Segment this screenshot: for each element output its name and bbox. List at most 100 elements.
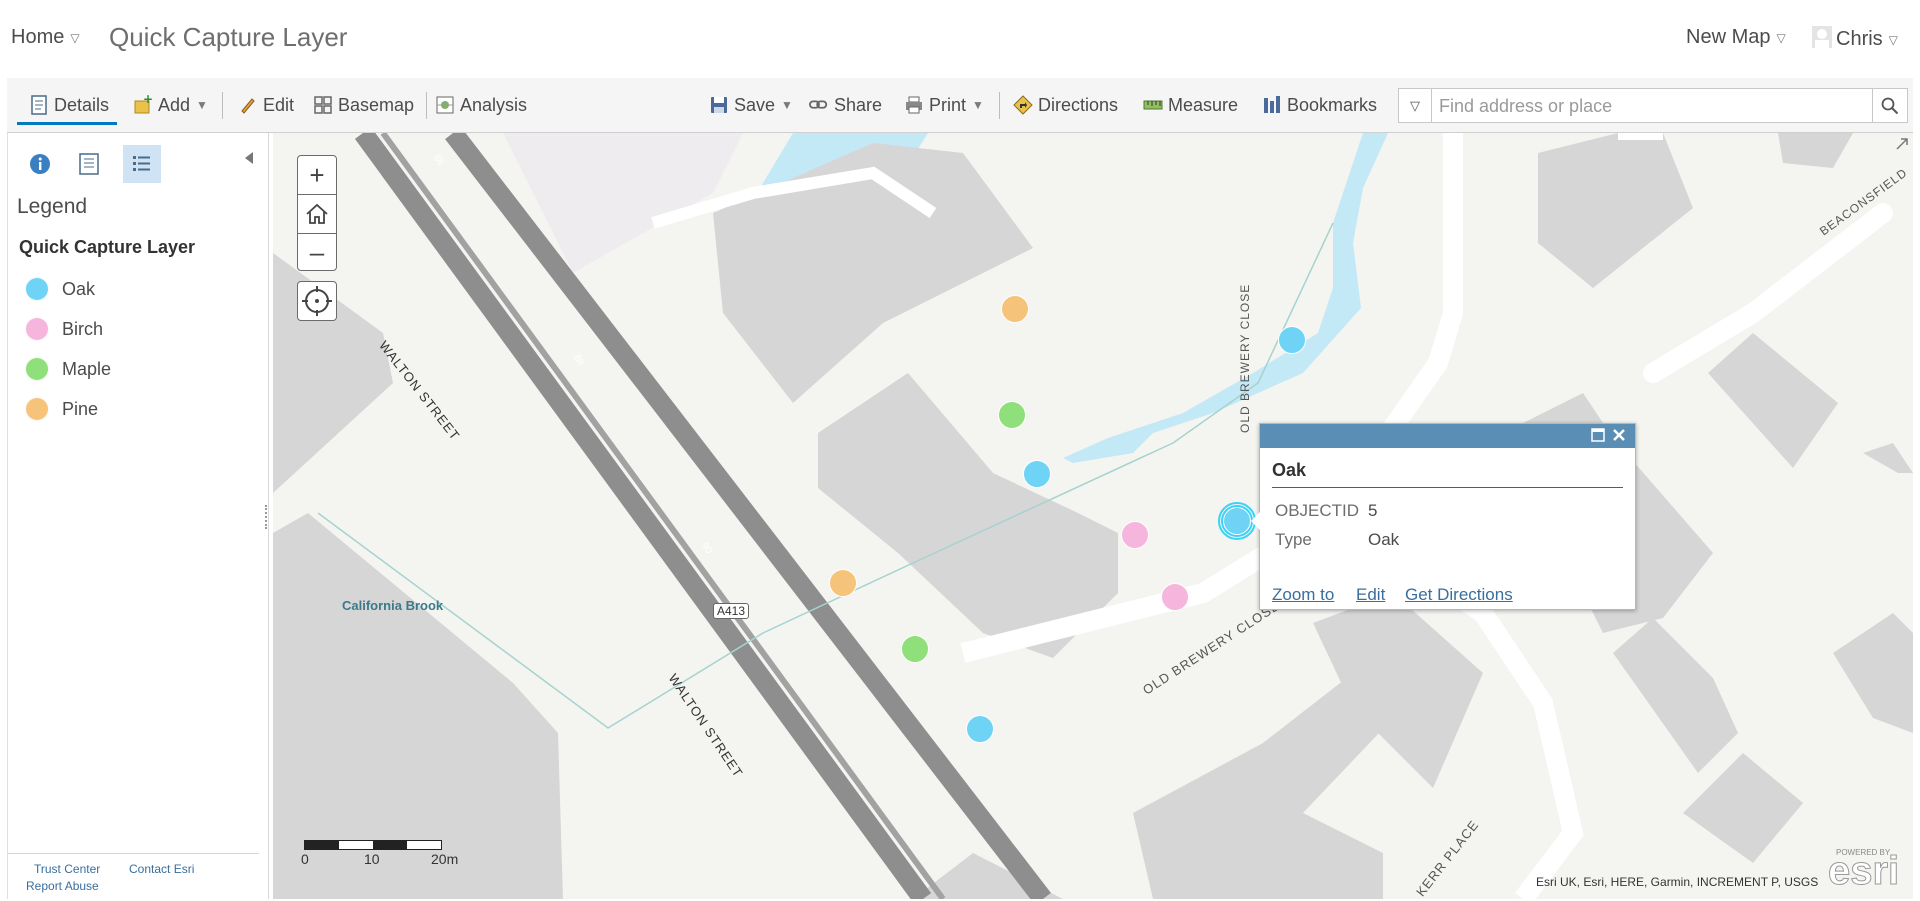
water-label: California Brook (342, 598, 444, 613)
measure-button[interactable]: Measure (1143, 78, 1238, 132)
maximize-icon (1591, 428, 1605, 442)
new-map-menu[interactable]: New Map ▽ (1686, 26, 1786, 49)
field-label: OBJECTID (1275, 501, 1360, 520)
basemap-button[interactable]: Basemap (313, 78, 414, 132)
legend-item-maple: Maple (25, 354, 111, 384)
home-label: Home (11, 26, 65, 48)
legend-layer-name: Quick Capture Layer (19, 237, 196, 257)
content-tab[interactable] (70, 145, 108, 183)
maximize-popup-button[interactable] (1591, 428, 1605, 447)
tree-point-maple[interactable] (998, 401, 1026, 429)
maple-swatch (25, 357, 49, 381)
edit-button[interactable]: Edit (238, 78, 294, 132)
details-icon (31, 95, 47, 115)
chevron-down-icon: ▼ (196, 98, 208, 112)
scale-bar (304, 840, 442, 850)
legend-label: Oak (62, 278, 96, 299)
add-layer-icon: + (134, 95, 153, 114)
home-menu[interactable]: Home ▽ (11, 26, 80, 49)
tree-point-birch[interactable] (1121, 521, 1149, 549)
save-disk-icon (711, 97, 727, 113)
search-source-dropdown[interactable]: ▽ (1399, 89, 1432, 122)
basemap-canvas (273, 133, 1913, 899)
get-directions-link[interactable]: Get Directions (1405, 585, 1513, 605)
bookmarks-label: Bookmarks (1287, 94, 1378, 115)
legend-label: Pine (62, 398, 99, 419)
expand-map-button[interactable] (1895, 137, 1909, 156)
popup-pointer (1251, 511, 1261, 531)
info-icon (30, 154, 50, 174)
user-menu[interactable]: Chris ▽ (1812, 26, 1898, 51)
tree-point-birch[interactable] (1161, 583, 1189, 611)
about-tab[interactable] (21, 145, 59, 183)
basemap-label: Basemap (338, 94, 415, 115)
contact-esri-link[interactable]: Contact Esri (129, 862, 194, 876)
search-icon (1881, 97, 1899, 114)
chevron-down-icon: ▼ (781, 98, 793, 112)
details-label: Details (54, 94, 110, 115)
measure-ruler-icon (1143, 100, 1163, 110)
trust-center-link[interactable]: Trust Center (34, 862, 100, 876)
add-button[interactable]: + Add ▼ (133, 78, 208, 132)
chevron-down-icon: ▽ (1776, 30, 1786, 45)
legend-tab[interactable] (123, 145, 161, 183)
tree-point-oak[interactable] (1023, 460, 1051, 488)
chevron-down-icon: ▽ (1888, 32, 1898, 47)
chevron-down-icon: ▽ (70, 30, 80, 45)
close-icon (1613, 429, 1625, 441)
close-popup-button[interactable] (1611, 427, 1627, 448)
zoom-out-button[interactable]: – (298, 233, 336, 271)
print-button[interactable]: Print ▼ (904, 78, 984, 132)
field-value: 5 (1368, 501, 1378, 520)
directions-sign-icon (1013, 95, 1033, 115)
expand-arrow-icon (1896, 138, 1908, 150)
directions-button[interactable]: Directions (1013, 78, 1118, 132)
map-view[interactable]: WALTON STREET WALTON STREET OLD BREWERY … (273, 133, 1913, 899)
edit-label: Edit (263, 94, 295, 115)
zoom-to-link[interactable]: Zoom to (1272, 585, 1334, 605)
legend-item-pine: Pine (25, 394, 98, 424)
details-panel: Legend Quick Capture Layer Oak Birch Map… (7, 133, 269, 899)
report-abuse-link[interactable]: Report Abuse (26, 879, 99, 893)
tree-point-oak[interactable] (1278, 326, 1306, 354)
page-title: Quick Capture Layer (109, 22, 348, 52)
birch-swatch (25, 317, 49, 341)
search-input[interactable] (1437, 93, 1861, 120)
feature-popup: Oak OBJECTID 5 Type Oak Zoom to Edit Get… (1259, 423, 1636, 610)
popup-header (1260, 424, 1635, 448)
default-extent-button[interactable] (298, 195, 336, 233)
tree-point-pine[interactable] (1001, 295, 1029, 323)
map-attribution: Esri UK, Esri, HERE, Garmin, INCREMENT P… (1536, 875, 1819, 889)
triangle-down-icon: ▽ (1410, 97, 1420, 113)
legend-item-birch: Birch (25, 314, 103, 344)
analysis-button[interactable]: Analysis (435, 78, 527, 132)
panel-resize-handle[interactable] (265, 505, 270, 529)
collapse-panel-button[interactable] (244, 151, 254, 170)
save-button[interactable]: Save ▼ (709, 78, 793, 132)
toolbar: Details + Add ▼ Edit Basemap Analysis Sav… (7, 78, 1913, 133)
legend-icon (133, 156, 150, 171)
bookmarks-button[interactable]: Bookmarks (1262, 78, 1377, 132)
legend-label: Birch (62, 318, 104, 339)
edit-feature-link[interactable]: Edit (1356, 585, 1385, 605)
share-button[interactable]: Share (809, 78, 882, 132)
save-label: Save (734, 94, 776, 115)
street-label: OLD BREWERY CLOSE (1238, 283, 1252, 433)
zoom-in-button[interactable]: + (298, 156, 336, 194)
plus-icon: + (309, 159, 325, 190)
selected-tree-point-oak[interactable] (1218, 502, 1256, 540)
scale-label: 20m (431, 851, 459, 867)
tree-point-oak[interactable] (966, 715, 994, 743)
add-label: Add (158, 94, 191, 115)
share-link-icon (809, 100, 828, 109)
scale-label: 10 (364, 851, 380, 867)
search-button[interactable] (1872, 89, 1907, 122)
share-label: Share (834, 94, 883, 115)
field-value: Oak (1368, 530, 1400, 549)
tree-point-maple[interactable] (901, 635, 929, 663)
svg-text:+: + (143, 95, 153, 106)
tree-point-pine[interactable] (829, 569, 857, 597)
locate-button[interactable] (297, 281, 337, 321)
legend-heading: Legend (17, 195, 88, 218)
esri-logo[interactable]: esri (1827, 851, 1899, 892)
